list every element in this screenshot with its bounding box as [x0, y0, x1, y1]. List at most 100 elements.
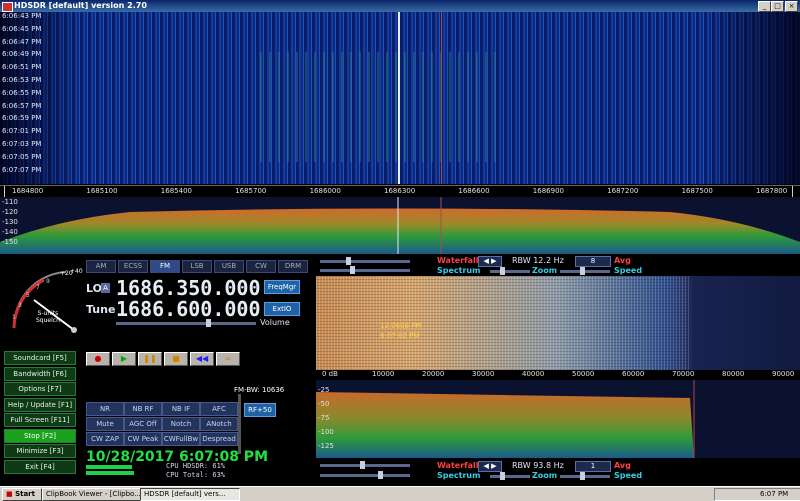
maximize-icon[interactable]: □ [771, 1, 784, 12]
dsp-button[interactable]: CW ZAP [86, 432, 124, 446]
audio-frequency-tick: 60000 [622, 370, 645, 378]
mode-cw[interactable]: CW [246, 260, 276, 273]
rbw-arrows-top[interactable]: ◀ ▶ [478, 256, 502, 267]
volume-label: Volume [260, 318, 290, 327]
spectrum-slider-1[interactable] [320, 266, 410, 274]
side-button[interactable]: Stop [F2] [4, 428, 76, 443]
zoom-slider-bottom[interactable] [490, 472, 530, 480]
side-button[interactable]: Bandwidth [F6] [4, 366, 76, 381]
mode-lsb[interactable]: LSB [182, 260, 212, 273]
mode-drm[interactable]: DRM [278, 260, 308, 273]
extio-button[interactable]: ExtIO [264, 302, 300, 316]
audio-frequency-tick: 50000 [572, 370, 595, 378]
rbw-bottom: RBW 93.8 Hz [512, 461, 564, 470]
dsp-button[interactable]: CWFullBw [162, 432, 200, 446]
audio-spectrum[interactable]: -25 -50 -75 -100 -125 [316, 380, 800, 458]
side-button[interactable]: Minimize [F3] [4, 444, 76, 458]
mode-am[interactable]: AM [86, 260, 116, 273]
play-button[interactable]: ▶ [112, 352, 136, 366]
zoom-label-top: Zoom [532, 266, 558, 275]
frequency-tick-label: 1687200 [607, 187, 639, 195]
title-bar: HDSDR [default] version 2.70 _ □ × [0, 0, 800, 12]
waterfall-slider-2[interactable] [320, 461, 410, 469]
audio-frequency-tick: 10000 [372, 370, 395, 378]
waterfall-label-2: Waterfall [437, 461, 479, 470]
s-meter-scale-label: 3 [18, 302, 22, 309]
audio-db-label: -100 [318, 428, 334, 436]
side-button[interactable]: Exit [F4] [4, 459, 76, 474]
spectrum-db-label: -120 [2, 208, 18, 216]
side-button[interactable]: Full Screen [F11] [4, 413, 76, 427]
side-button[interactable]: Soundcard [F5] [4, 351, 76, 365]
rbw-select-top[interactable]: 8 [575, 256, 611, 267]
frequency-tick-label: 1686900 [532, 187, 564, 195]
dsp-button[interactable]: AGC Off [124, 417, 162, 431]
minimize-icon[interactable]: _ [758, 1, 771, 12]
audio-db-label: -50 [318, 400, 330, 408]
rf-waterfall[interactable] [0, 12, 800, 184]
lo-marker[interactable] [398, 12, 400, 184]
close-icon[interactable]: × [785, 1, 798, 12]
waterfall-time: 6:07:05 PM [2, 152, 42, 161]
speed-slider-top[interactable] [560, 267, 610, 275]
audio-frequency-ruler[interactable]: 0 dB 10000 20000 30000 40000 50000 60000 70000 8… [316, 370, 800, 380]
start-button[interactable]: ■ Start [2, 488, 42, 501]
loop-button[interactable]: ∞ [216, 352, 240, 366]
mode-ecss[interactable]: ECSS [118, 260, 148, 273]
audio-waterfall-time-2: 6:07:02 PM [380, 332, 420, 340]
waterfall-slider-1[interactable] [320, 257, 410, 265]
dsp-button[interactable]: ANotch [200, 417, 238, 431]
audio-db-label: -75 [318, 414, 330, 422]
freqmgr-button[interactable]: FreqMgr [264, 280, 300, 294]
dsp-button[interactable]: Mute [86, 417, 124, 431]
spectrum-slider-2[interactable] [320, 471, 410, 479]
waterfall-time: 6:06:53 PM [2, 76, 42, 84]
app-icon [2, 2, 13, 12]
pause-button[interactable]: ❚❚ [138, 352, 162, 366]
frequency-tick-label: 1686000 [309, 187, 341, 195]
rbw-select-bottom[interactable]: 1 [575, 461, 611, 472]
dsp-button[interactable]: CW Peak [124, 432, 162, 446]
tune-frequency[interactable]: 1686.600.000 [116, 297, 261, 321]
tune-marker[interactable] [441, 12, 442, 184]
dsp-button[interactable]: Despread [200, 432, 238, 446]
stop-button[interactable]: ■ [164, 352, 188, 366]
taskbar: ■ Start ClipBook Viewer - [Clipbo... HDS… [0, 486, 800, 501]
taskbar-item-hdsdr[interactable]: HDSDR [default] vers... [140, 488, 240, 501]
mode-fm[interactable]: FM [150, 260, 180, 273]
mode-selector: AM ECSS FM LSB USB CW DRM [86, 260, 312, 273]
volume-slider[interactable] [116, 319, 256, 327]
cpu-total: CPU Total: 63% [166, 471, 226, 479]
rf-plus50-button[interactable]: RF+50 [244, 403, 276, 417]
fm-bw-slider[interactable] [238, 394, 241, 454]
rf-spectrum[interactable]: -110 -120 -130 -140 -150 [0, 197, 800, 254]
waterfall-time: 6:06:51 PM [2, 63, 42, 72]
frequency-tick-label: 1685700 [235, 187, 267, 195]
side-button[interactable]: Options [F7] [4, 382, 76, 396]
rbw-arrows-bottom[interactable]: ◀ ▶ [478, 461, 502, 472]
zoom-slider-top[interactable] [490, 267, 530, 275]
waterfall-timestamps: 6:06:43 PM 6:06:45 PM 6:06:47 PM 6:06:49 PM… [0, 12, 44, 184]
mode-usb[interactable]: USB [214, 260, 244, 273]
s-meter-scale-label: 7 [36, 284, 40, 291]
cpu-total-bar [86, 471, 134, 475]
audio-db-label: -25 [318, 386, 330, 394]
waterfall-time: 6:06:43 PM [2, 12, 42, 20]
lo-tag[interactable]: A [101, 283, 110, 293]
taskbar-item-clipbook[interactable]: ClipBook Viewer - [Clipbo... [42, 488, 142, 501]
rewind-button[interactable]: ◀◀ [190, 352, 214, 366]
waterfall-time: 6:07:07 PM [2, 165, 42, 174]
dsp-button[interactable]: NB RF [124, 402, 162, 416]
cpu-hdsdr: CPU HDSDR: 61% [166, 462, 226, 470]
record-button[interactable]: ● [86, 352, 110, 366]
dsp-button[interactable]: AFC [200, 402, 238, 416]
speed-slider-bottom[interactable] [560, 472, 610, 480]
spectrum-label: Spectrum [437, 266, 481, 275]
audio-waterfall[interactable]: 12:0608 PM 6:07:02 PM [316, 276, 800, 370]
avg-label-bottom: Avg [614, 461, 631, 470]
dsp-button[interactable]: NB IF [162, 402, 200, 416]
frequency-tick-label: 1686300 [384, 187, 416, 195]
dsp-button[interactable]: NR [86, 402, 124, 416]
dsp-button[interactable]: Notch [162, 417, 200, 431]
side-button[interactable]: Help / Update [F1] [4, 397, 76, 412]
